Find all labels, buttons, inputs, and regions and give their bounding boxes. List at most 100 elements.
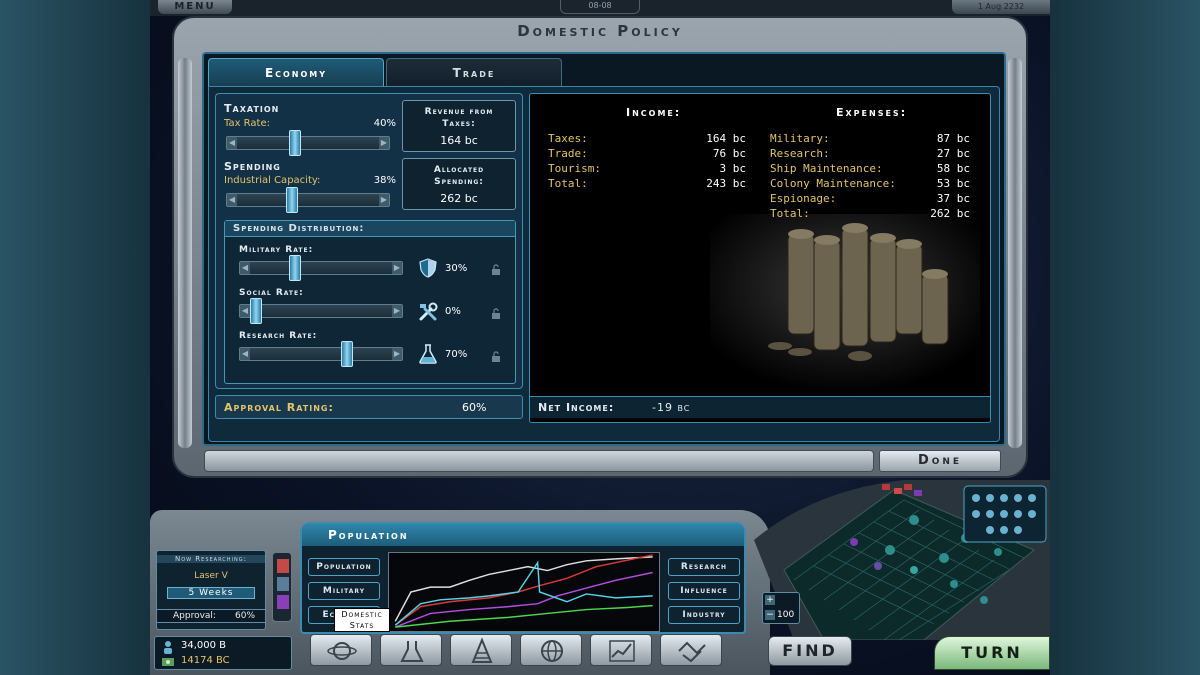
slider-left-arrow-icon[interactable]: ◀: [240, 262, 250, 274]
status-bar-purple: [277, 595, 289, 609]
population-graph-button[interactable]: Population: [308, 558, 380, 576]
slider-right-arrow-icon[interactable]: ▶: [392, 305, 402, 317]
military-rate-value: 30%: [445, 263, 468, 274]
economy-controls: Taxation Tax Rate: 40% ◀ ▶ Spending Indu…: [215, 93, 523, 389]
net-income-label: Net Income:: [538, 401, 615, 414]
globe-icon: [541, 640, 563, 662]
social-rate-slider-thumb[interactable]: [250, 298, 262, 324]
now-researching-header: Now Researching:: [157, 555, 265, 563]
net-income-value: -19 bc: [652, 401, 691, 414]
approval-rating-label: Approval Rating:: [224, 401, 334, 414]
game-viewport: MENU 08-08 1 Aug 2232 Domestic Policy Do…: [150, 0, 1050, 675]
expense-row-value: 53 bc: [936, 177, 970, 190]
social-rate-value: 0%: [445, 306, 461, 317]
expense-row-label: Espionage:: [770, 192, 837, 205]
spending-distribution-title: Spending Distribution:: [225, 221, 515, 237]
income-row-value: 3 bc: [719, 162, 747, 175]
expense-row-value: 58 bc: [936, 162, 970, 175]
research-rate-value: 70%: [445, 349, 468, 360]
bottom-hud: Now Researching: Laser V 5 Weeks Approva…: [150, 480, 1050, 675]
expenses-title: Expenses:: [836, 106, 908, 119]
slider-left-arrow-icon[interactable]: ◀: [240, 305, 250, 317]
slider-right-arrow-icon[interactable]: ▶: [392, 348, 402, 360]
tax-rate-slider-thumb[interactable]: [289, 130, 301, 156]
zoom-in-button[interactable]: +: [765, 595, 775, 605]
slider-right-arrow-icon[interactable]: ▶: [392, 262, 402, 274]
status-bar-red: [277, 559, 289, 573]
slider-right-arrow-icon[interactable]: ▶: [379, 137, 389, 149]
planet-icon: [327, 642, 357, 660]
zoom-control: + − 100: [762, 592, 800, 624]
social-rate-slider[interactable]: ◀ ▶: [239, 298, 403, 324]
population-graph: [388, 552, 660, 632]
tax-rate-value: 40%: [373, 118, 396, 129]
domestic-policy-window: Domestic Policy Done Economy Trade Taxat…: [172, 16, 1028, 478]
credits-readout: 14174 BC: [181, 655, 230, 666]
ship-icon: [471, 637, 493, 663]
economy-tab-content: Taxation Tax Rate: 40% ◀ ▶ Spending Indu…: [208, 86, 1000, 442]
industry-graph-button[interactable]: Industry: [668, 606, 740, 624]
net-income-bar: Net Income: -19 bc: [530, 396, 990, 418]
research-time: 5 Weeks: [167, 587, 255, 599]
galaxy-button[interactable]: [520, 634, 582, 666]
military-rate-slider-thumb[interactable]: [289, 255, 301, 281]
military-rate-label: Military Rate:: [239, 245, 314, 255]
population-panel-title: Population: [302, 524, 744, 546]
research-rate-slider-thumb[interactable]: [341, 341, 353, 367]
income-row-label: Trade:: [548, 147, 588, 160]
slider-right-arrow-icon[interactable]: ▶: [379, 194, 389, 206]
military-rate-slider[interactable]: ◀ ▶: [239, 255, 403, 281]
population-icon: [164, 641, 172, 654]
research-rate-label: Research Rate:: [239, 331, 318, 341]
menu-button[interactable]: MENU: [158, 0, 232, 14]
turn-button[interactable]: TURN: [934, 636, 1050, 670]
toolbar: [310, 632, 750, 668]
flask-icon: [400, 641, 424, 662]
slider-left-arrow-icon[interactable]: ◀: [227, 194, 237, 206]
income-row-label: Tourism:: [548, 162, 601, 175]
frame-bottom-bar: [204, 450, 874, 472]
lock-open-icon[interactable]: [491, 351, 501, 363]
population-readout: 34,000 B: [181, 640, 227, 651]
social-rate-label: Social Rate:: [239, 288, 304, 298]
diplomacy-button[interactable]: [660, 634, 722, 666]
lock-open-icon[interactable]: [491, 308, 501, 320]
coin-stacks-image: [710, 214, 980, 394]
industrial-capacity-label: Industrial Capacity:: [224, 175, 321, 186]
spending-distribution: Spending Distribution: Military Rate: ◀ …: [224, 220, 516, 384]
empire-status-bars: [272, 552, 292, 622]
industrial-capacity-slider[interactable]: ◀ ▶: [226, 187, 390, 213]
revenue-value: 164 bc: [440, 134, 478, 147]
military-graph-button[interactable]: Military: [308, 582, 380, 600]
planets-button[interactable]: [310, 634, 372, 666]
lock-open-icon[interactable]: [491, 264, 501, 276]
done-button[interactable]: Done: [879, 450, 1001, 472]
research-button[interactable]: [380, 634, 442, 666]
income-total-value: 243 bc: [706, 177, 746, 190]
find-button[interactable]: FIND: [768, 636, 852, 666]
tooltip-line-1: Domestic: [341, 610, 383, 619]
allocated-value: 262 bc: [440, 192, 478, 205]
stats-button[interactable]: [590, 634, 652, 666]
spending-title: Spending: [224, 160, 281, 173]
research-rate-slider[interactable]: ◀ ▶: [239, 341, 403, 367]
slider-left-arrow-icon[interactable]: ◀: [227, 137, 237, 149]
zoom-out-button[interactable]: −: [765, 610, 775, 620]
allocated-title-line-1: Allocated: [433, 165, 485, 175]
revenue-title-line-1: Revenue from: [424, 107, 494, 117]
slider-left-arrow-icon[interactable]: ◀: [240, 348, 250, 360]
tax-rate-slider[interactable]: ◀ ▶: [226, 130, 390, 156]
industrial-capacity-slider-thumb[interactable]: [286, 187, 299, 213]
expense-row-label: Ship Maintenance:: [770, 162, 883, 175]
tab-economy[interactable]: Economy: [208, 58, 384, 86]
research-graph-button[interactable]: Research: [668, 558, 740, 576]
influence-graph-button[interactable]: Influence: [668, 582, 740, 600]
ship-design-button[interactable]: [450, 634, 512, 666]
stardate-readout: 08-08: [560, 0, 640, 14]
tab-trade[interactable]: Trade: [386, 58, 562, 86]
research-name: Laser V: [194, 571, 228, 581]
status-bar-blue: [277, 577, 289, 591]
handshake-icon: [678, 641, 706, 663]
tools-icon: [419, 302, 438, 321]
flask-icon: [419, 344, 437, 364]
